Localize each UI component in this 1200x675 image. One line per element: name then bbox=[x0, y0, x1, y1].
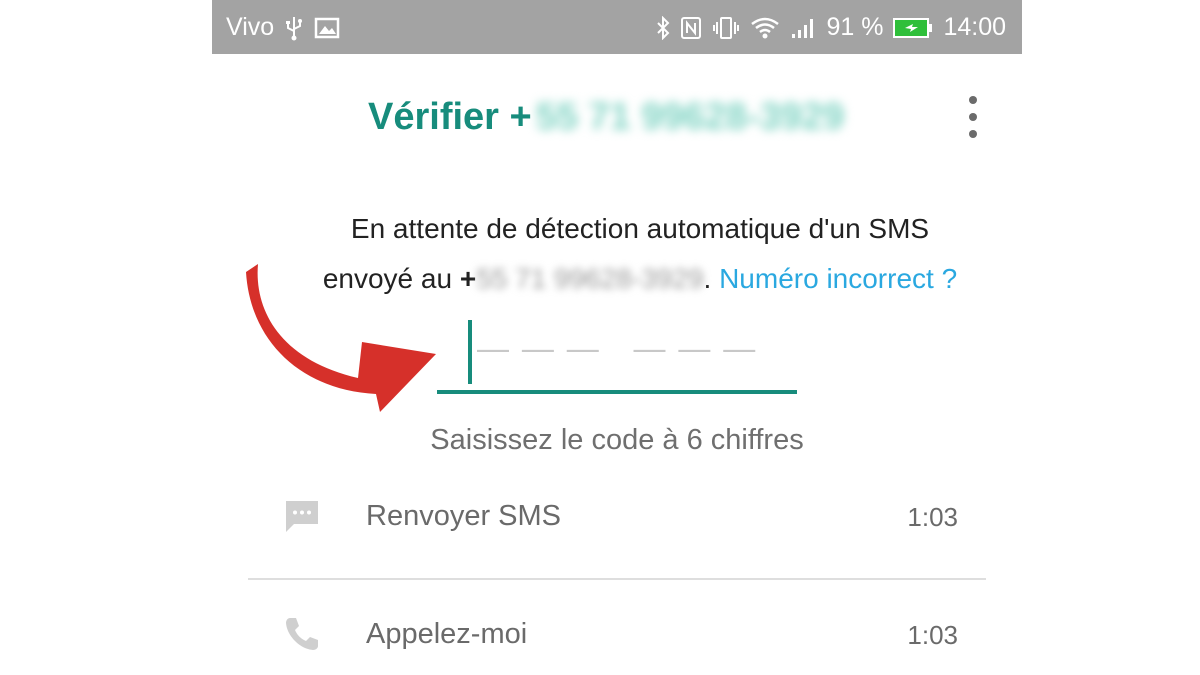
status-left: Vivo bbox=[226, 13, 340, 42]
verify-screen: Vivo 91 % 14:00 Vérifier + 55 71 99628-3… bbox=[0, 0, 1200, 675]
call-me-timer: 1:03 bbox=[907, 620, 958, 650]
message-line-1: En attente de détection automatique d'un… bbox=[350, 213, 930, 244]
usb-icon bbox=[284, 15, 304, 41]
message-icon bbox=[282, 496, 322, 536]
clock: 14:00 bbox=[943, 13, 1006, 41]
status-bar: Vivo 91 % 14:00 bbox=[212, 0, 1022, 54]
call-me-row[interactable]: Appelez-moi 1:03 bbox=[248, 600, 986, 672]
code-input[interactable]: — — — — — — bbox=[437, 316, 797, 394]
code-placeholder: — — — — — — bbox=[477, 330, 758, 366]
code-hint: Saisissez le code à 6 chiffres bbox=[430, 424, 804, 456]
phone-icon bbox=[282, 614, 322, 654]
call-me-label: Appelez-moi bbox=[366, 618, 528, 650]
wifi-icon bbox=[750, 16, 780, 40]
carrier-label: Vivo bbox=[226, 13, 275, 41]
message-period: . bbox=[703, 263, 712, 294]
resend-sms-row[interactable]: Renvoyer SMS 1:03 bbox=[248, 482, 986, 554]
red-arrow-icon bbox=[246, 264, 436, 412]
battery-percent: 91 % bbox=[826, 13, 884, 41]
resend-sms-label: Renvoyer SMS bbox=[366, 500, 562, 532]
title-phone-number: 55 71 99628-3929 bbox=[535, 96, 845, 138]
battery-charging-icon bbox=[893, 17, 933, 39]
gallery-icon bbox=[314, 17, 340, 39]
resend-sms-timer: 1:03 bbox=[907, 502, 958, 532]
message-phone-number: 55 71 99628-3929 bbox=[476, 263, 704, 294]
signal-icon bbox=[790, 16, 816, 40]
bluetooth-icon bbox=[656, 15, 670, 40]
nfc-icon bbox=[680, 16, 702, 40]
title-prefix: Vérifier + bbox=[368, 96, 532, 138]
status-right: 91 % 14:00 bbox=[656, 13, 1006, 42]
divider bbox=[248, 578, 986, 580]
wrong-number-link[interactable]: Numéro incorrect ? bbox=[719, 263, 957, 294]
page-title: Vérifier + 55 71 99628-3929 bbox=[368, 96, 844, 139]
vibrate-icon bbox=[712, 16, 740, 40]
more-vert-icon[interactable] bbox=[958, 96, 988, 138]
